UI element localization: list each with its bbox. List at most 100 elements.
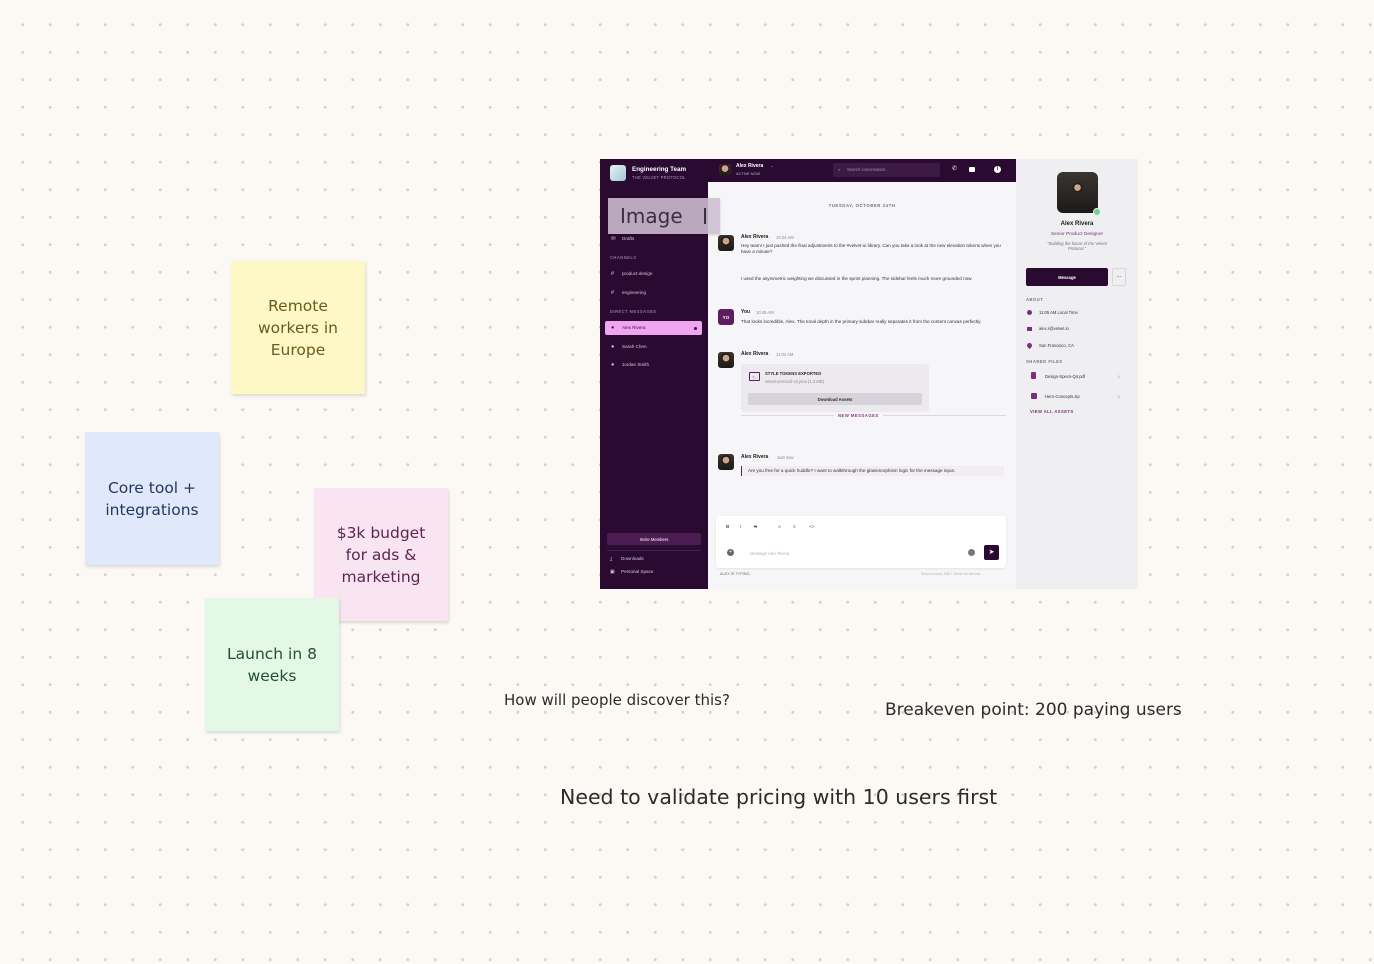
- phone-icon[interactable]: ✆: [952, 165, 957, 172]
- search-input[interactable]: ⌕ Search conversation...: [833, 163, 940, 177]
- sidebar-dm-jordan-smith[interactable]: Jordan Smith: [622, 362, 649, 368]
- profile-role: Senior Product Designer: [1050, 232, 1104, 237]
- new-messages-divider: NEW MESSAGES: [834, 413, 883, 418]
- header-status: ACTIVE NOW: [736, 172, 761, 176]
- download-assets-button[interactable]: Download Assets: [748, 393, 922, 405]
- sticky-note-remote-workers[interactable]: Remote workers in Europe: [231, 261, 365, 394]
- search-placeholder: Search conversation...: [847, 167, 889, 172]
- shared-file-pdf[interactable]: Design-Specs-Q4.pdf: [1045, 374, 1085, 379]
- sidebar-item-drafts[interactable]: Drafts: [622, 236, 634, 242]
- sticky-note-text: Remote workers in Europe: [258, 296, 338, 359]
- user-icon: ●: [611, 344, 615, 350]
- download-assets-label: Download Assets: [817, 396, 853, 402]
- more-options-button[interactable]: ···: [1112, 268, 1126, 286]
- pdf-file-icon: [1031, 372, 1036, 379]
- profile-local-time: 11:05 AM Local Time: [1039, 310, 1078, 315]
- drafts-icon: ✉: [611, 236, 616, 242]
- invite-members-button[interactable]: Invite Members: [607, 533, 701, 545]
- message-avatar: [718, 352, 734, 368]
- workspace-logo-icon: [610, 165, 626, 181]
- sidebar-dm-sarah-chen[interactable]: Sarah Chen: [622, 344, 647, 350]
- message-text-highlighted: Are you free for a quick huddle? I want …: [741, 466, 1004, 476]
- message-text: That looks incredible, Alex. The tonal d…: [741, 319, 982, 324]
- image-label-text: Image: [620, 204, 683, 228]
- sidebar-dm-alex-rivera[interactable]: Alex Rivera: [622, 325, 646, 331]
- sidebar-dm-alex-rivera-active[interactable]: [605, 321, 702, 335]
- message-avatar: [718, 235, 734, 251]
- search-icon: ⌕: [838, 167, 841, 172]
- add-attachment-icon[interactable]: +: [727, 549, 734, 556]
- profile-name: Alex Rivera: [1060, 221, 1094, 227]
- sidebar-item-downloads[interactable]: Downloads: [621, 556, 644, 562]
- composer: B I S ∞ ≡ <> + Message Alex Rivera ➤: [716, 516, 1006, 568]
- canvas-text-validate[interactable]: Need to validate pricing with 10 users f…: [560, 785, 997, 809]
- message-author: Alex Rivera: [741, 351, 769, 357]
- strikethrough-icon[interactable]: S: [754, 524, 757, 530]
- message-time: Just now: [777, 455, 794, 460]
- shared-files-header: SHARED FILES: [1026, 359, 1063, 364]
- message-author: You: [741, 309, 751, 315]
- message-text: I used the asymmetric weighting we discu…: [741, 276, 973, 281]
- profile-location: San Francisco, CA: [1039, 343, 1074, 348]
- typing-indicator: ALEX IS TYPING...: [720, 572, 753, 576]
- attachment-title: STYLE TOKENS EXPORTED: [765, 371, 822, 376]
- sticky-note-text: $3k budget for ads & marketing: [336, 523, 426, 586]
- info-icon[interactable]: i: [994, 166, 1001, 173]
- video-icon[interactable]: [969, 167, 975, 172]
- sticky-note-launch[interactable]: Launch in 8 weeks: [205, 598, 339, 731]
- profile-email: alex.r@velvet.io: [1039, 326, 1069, 331]
- chevron-down-icon[interactable]: ⌄: [770, 163, 774, 168]
- folder-icon: ▣: [610, 569, 615, 575]
- direct-messages-header: DIRECT MESSAGES: [610, 309, 657, 314]
- shared-file-zip[interactable]: Hero-Concepts.zip: [1045, 394, 1080, 399]
- chat-panel: TUESDAY, OCTOBER 24TH Alex Rivera 10:24 …: [708, 182, 1016, 589]
- message-button[interactable]: Message: [1026, 268, 1108, 286]
- header-contact-name: Alex Rivera: [736, 163, 764, 169]
- profile-avatar: [1057, 172, 1098, 213]
- sidebar-item-personal-space[interactable]: Personal Space: [621, 569, 653, 575]
- sticky-note-core-tool[interactable]: Core tool + integrations: [85, 432, 219, 565]
- profile-quote: "Building the future of the Velvet Proto…: [1047, 241, 1107, 251]
- send-button[interactable]: ➤: [984, 545, 999, 560]
- italic-icon[interactable]: I: [740, 524, 741, 530]
- text-cursor-icon: [704, 208, 706, 224]
- code-icon[interactable]: <>: [809, 524, 814, 530]
- message-time: 10:45 AM: [756, 310, 774, 315]
- canvas-text-discover[interactable]: How will people discover this?: [504, 691, 730, 709]
- hash-icon: #: [611, 271, 615, 277]
- image-label-tag: Image: [608, 198, 720, 234]
- download-icon: ⤓: [610, 556, 613, 562]
- emoji-icon[interactable]: [968, 549, 975, 556]
- workspace-subtitle: THE VELVET PROTOCOL: [632, 175, 686, 180]
- code-file-icon: >_: [749, 372, 760, 381]
- chat-app-screenshot-image[interactable]: Engineering Team THE VELVET PROTOCOL ✉ D…: [600, 159, 1138, 589]
- unread-dot-icon: [694, 327, 697, 330]
- message-input[interactable]: Message Alex Rivera: [750, 551, 789, 556]
- mail-icon: [1027, 327, 1032, 331]
- message-button-label: Message: [1058, 274, 1076, 280]
- message-author: Alex Rivera: [741, 234, 769, 240]
- sidebar-channel-engineering[interactable]: engineering: [622, 290, 646, 296]
- bold-icon[interactable]: B: [726, 524, 729, 530]
- online-status-icon: [1093, 208, 1101, 216]
- download-file-icon[interactable]: ⤓: [1118, 373, 1120, 378]
- view-all-assets-link[interactable]: VIEW ALL ASSETS: [1030, 409, 1074, 414]
- chat-header: Alex Rivera ⌄ ACTIVE NOW ⌕ Search conver…: [708, 159, 1016, 182]
- profile-panel: Alex Rivera Senior Product Designer "Bui…: [1016, 159, 1138, 589]
- channels-header: CHANNELS: [610, 255, 637, 260]
- download-file-icon[interactable]: ⤓: [1118, 393, 1120, 398]
- sidebar-channel-product-design[interactable]: product-design: [622, 271, 652, 277]
- hash-icon: #: [611, 290, 615, 296]
- link-icon[interactable]: ∞: [778, 524, 781, 530]
- list-icon[interactable]: ≡: [793, 524, 796, 530]
- canvas-text-breakeven[interactable]: Breakeven point: 200 paying users: [885, 700, 1182, 720]
- composer-hint: Return to send, Shift + Return for new l…: [921, 572, 981, 576]
- message-time: 10:24 AM: [776, 235, 794, 240]
- sidebar-divider: [607, 550, 701, 551]
- sticky-note-text: Core tool + integrations: [105, 478, 199, 519]
- sticky-note-text: Launch in 8 weeks: [227, 644, 317, 685]
- image-file-icon: [1031, 393, 1037, 399]
- about-header: ABOUT: [1026, 297, 1044, 302]
- invite-members-label: Invite Members: [639, 536, 669, 542]
- user-icon: ●: [611, 362, 615, 368]
